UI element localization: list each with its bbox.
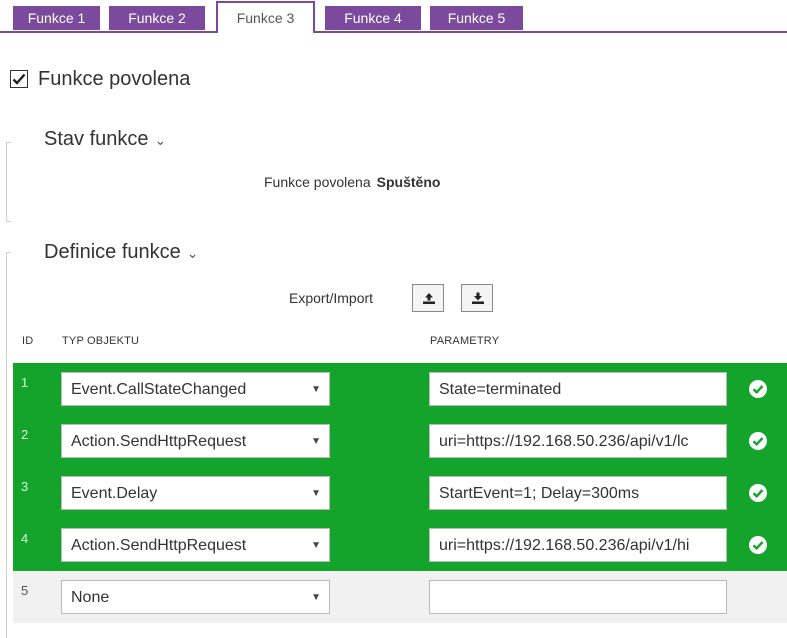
table-row: 2 Action.SendHttpRequest ▼ uri=https://1… xyxy=(13,415,787,467)
column-header-params: PARAMETRY xyxy=(430,335,500,347)
download-icon xyxy=(472,292,484,304)
tab-funkce-3[interactable]: Funkce 3 xyxy=(216,1,315,33)
parameters-value: uri=https://192.168.50.236/api/v1/lc xyxy=(439,433,689,450)
dropdown-arrow-icon: ▼ xyxy=(311,384,321,395)
dropdown-arrow-icon: ▼ xyxy=(311,540,321,551)
parameters-value: State=terminated xyxy=(439,381,562,398)
definition-section-title-text: Definice funkce xyxy=(44,241,181,263)
chevron-down-icon: ⌄ xyxy=(186,245,199,261)
dropdown-arrow-icon: ▼ xyxy=(311,436,321,447)
checkmark-icon xyxy=(12,73,26,85)
parameters-input[interactable]: uri=https://192.168.50.236/api/v1/lc xyxy=(429,424,727,458)
tab-funkce-1[interactable]: Funkce 1 xyxy=(13,6,100,30)
parameters-input[interactable] xyxy=(429,580,727,614)
table-row: 3 Event.Delay ▼ StartEvent=1; Delay=300m… xyxy=(13,467,787,519)
function-enabled-checkbox[interactable] xyxy=(10,70,28,88)
table-row: 1 Event.CallStateChanged ▼ State=termina… xyxy=(13,363,787,415)
parameters-input[interactable]: StartEvent=1; Delay=300ms xyxy=(429,476,727,510)
object-type-select[interactable]: Action.SendHttpRequest ▼ xyxy=(61,424,330,458)
export-import-label: Export/Import xyxy=(289,290,374,306)
tab-funkce-4[interactable]: Funkce 4 xyxy=(325,6,421,30)
dropdown-arrow-icon: ▼ xyxy=(311,592,321,603)
column-header-type: TYP OBJEKTU xyxy=(62,335,140,347)
dropdown-arrow-icon: ▼ xyxy=(311,488,321,499)
table-row: 4 Action.SendHttpRequest ▼ uri=https://1… xyxy=(13,519,787,571)
status-section-title[interactable]: Stav funkce ⌄ xyxy=(44,128,166,151)
tab-bar: Funkce 1 Funkce 2 Funkce 3 Funkce 4 Funk… xyxy=(0,0,787,34)
object-type-value: None xyxy=(71,589,110,606)
parameters-value: uri=https://192.168.50.236/api/v1/hi xyxy=(439,537,690,554)
object-type-select[interactable]: Action.SendHttpRequest ▼ xyxy=(61,528,330,562)
row-id: 5 xyxy=(21,583,29,598)
valid-check-icon xyxy=(749,432,767,450)
upload-icon xyxy=(423,293,435,304)
status-row: Funkce povolena Spuštěno xyxy=(264,174,440,190)
column-header-id: ID xyxy=(22,335,34,347)
tab-funkce-5[interactable]: Funkce 5 xyxy=(430,6,523,30)
definition-section-title[interactable]: Definice funkce ⌄ xyxy=(44,241,198,264)
object-type-select[interactable]: Event.Delay ▼ xyxy=(61,476,330,510)
status-fieldset-border xyxy=(6,142,11,222)
object-type-value: Action.SendHttpRequest xyxy=(71,537,247,554)
parameters-value: StartEvent=1; Delay=300ms xyxy=(439,485,640,502)
status-value: Spuštěno xyxy=(376,174,441,190)
valid-check-icon xyxy=(749,484,767,502)
function-enabled-row: Funkce povolena xyxy=(10,66,190,92)
status-section-title-text: Stav funkce xyxy=(44,128,149,150)
object-type-select[interactable]: Event.CallStateChanged ▼ xyxy=(61,372,330,406)
valid-check-icon xyxy=(749,536,767,554)
row-id: 1 xyxy=(21,375,29,390)
import-button[interactable] xyxy=(461,284,493,312)
tab-funkce-2[interactable]: Funkce 2 xyxy=(109,6,205,30)
object-type-value: Event.Delay xyxy=(71,485,158,502)
parameters-input[interactable]: uri=https://192.168.50.236/api/v1/hi xyxy=(429,528,727,562)
definition-fieldset-border xyxy=(6,252,11,638)
object-type-value: Action.SendHttpRequest xyxy=(71,433,247,450)
object-type-value: Event.CallStateChanged xyxy=(71,381,247,398)
status-label: Funkce povolena xyxy=(264,174,371,190)
table-row: 5 None ▼ xyxy=(13,571,787,623)
export-button[interactable] xyxy=(412,284,444,312)
row-id: 4 xyxy=(21,531,29,546)
chevron-down-icon: ⌄ xyxy=(154,132,167,148)
tab-underline xyxy=(0,31,787,33)
valid-check-icon xyxy=(749,380,767,398)
row-id: 2 xyxy=(21,427,29,442)
object-type-select[interactable]: None ▼ xyxy=(61,580,330,614)
function-enabled-label: Funkce povolena xyxy=(38,67,191,90)
row-id: 3 xyxy=(21,479,29,494)
parameters-input[interactable]: State=terminated xyxy=(429,372,727,406)
